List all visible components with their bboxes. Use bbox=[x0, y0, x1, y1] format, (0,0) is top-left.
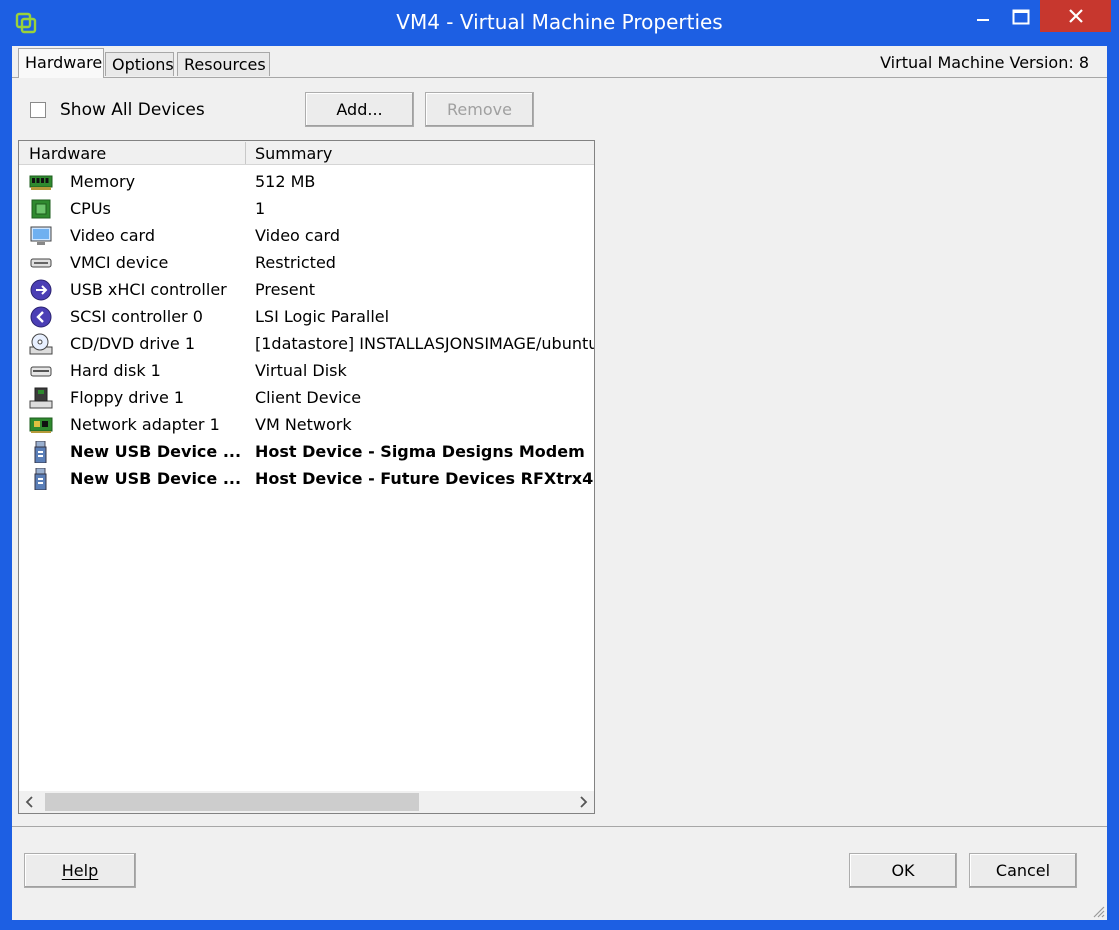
dialog-window: VM4 - Virtual Machine Properties Hardwar… bbox=[0, 0, 1119, 930]
hardware-name: VMCI device bbox=[70, 253, 169, 272]
hard-disk-icon bbox=[29, 360, 53, 382]
horizontal-scrollbar[interactable] bbox=[19, 791, 594, 813]
show-all-devices-label: Show All Devices bbox=[60, 100, 205, 120]
title-bar[interactable]: VM4 - Virtual Machine Properties bbox=[0, 0, 1119, 46]
add-button[interactable]: Add... bbox=[305, 92, 414, 127]
remove-button[interactable]: Remove bbox=[425, 92, 534, 127]
table-row[interactable]: Memory 512 MB bbox=[19, 169, 594, 196]
help-button-label: Help bbox=[61, 861, 99, 880]
usb-controller-icon bbox=[29, 279, 53, 301]
table-row[interactable]: Video card Video card bbox=[19, 223, 594, 250]
hardware-summary: LSI Logic Parallel bbox=[255, 307, 390, 326]
hardware-name: Memory bbox=[70, 172, 136, 191]
hardware-summary: 512 MB bbox=[255, 172, 316, 191]
column-divider[interactable] bbox=[245, 142, 246, 164]
column-header-summary[interactable]: Summary bbox=[255, 144, 332, 163]
dialog-body: Hardware Options Resources Virtual Machi… bbox=[12, 46, 1107, 920]
hardware-name: Floppy drive 1 bbox=[70, 388, 185, 407]
show-all-devices-toggle[interactable]: Show All Devices bbox=[30, 100, 205, 120]
hardware-summary: Host Device - Future Devices RFXtrx433 bbox=[255, 469, 594, 488]
cpu-icon bbox=[29, 198, 53, 220]
hardware-name: New USB Device ... bbox=[70, 469, 242, 488]
hardware-summary: Client Device bbox=[255, 388, 362, 407]
maximize-icon bbox=[1012, 9, 1030, 25]
scroll-left-button[interactable] bbox=[23, 794, 37, 810]
tab-hardware[interactable]: Hardware bbox=[18, 48, 104, 78]
tab-strip: Hardware Options Resources Virtual Machi… bbox=[12, 46, 1107, 78]
table-row[interactable]: New USB Device ... Host Device - Future D… bbox=[19, 466, 594, 493]
hardware-summary: VM Network bbox=[255, 415, 352, 434]
tab-resources[interactable]: Resources bbox=[177, 52, 270, 76]
table-row[interactable]: New USB Device ... Host Device - Sigma De… bbox=[19, 439, 594, 466]
hardware-name: Video card bbox=[70, 226, 155, 245]
memory-icon bbox=[29, 171, 53, 193]
hardware-tab-panel: Show All Devices Add... Remove Hardware … bbox=[12, 77, 1107, 827]
maximize-button[interactable] bbox=[1004, 0, 1038, 34]
hardware-name: CPUs bbox=[70, 199, 111, 218]
window-title: VM4 - Virtual Machine Properties bbox=[396, 10, 723, 34]
column-header-hardware[interactable]: Hardware bbox=[29, 144, 106, 163]
chevron-left-icon bbox=[25, 796, 33, 808]
network-adapter-icon bbox=[29, 414, 53, 436]
cd-dvd-icon bbox=[29, 333, 53, 355]
table-row[interactable]: CD/DVD drive 1 [1datastore] INSTALLASJONS… bbox=[19, 331, 594, 358]
minimize-icon bbox=[977, 19, 989, 21]
monitor-icon bbox=[29, 225, 53, 247]
hardware-summary: Host Device - Sigma Designs Modem bbox=[255, 442, 585, 461]
usb-device-icon bbox=[29, 467, 53, 491]
vmci-device-icon bbox=[29, 252, 53, 274]
table-row[interactable]: CPUs 1 bbox=[19, 196, 594, 223]
hardware-summary: Restricted bbox=[255, 253, 336, 272]
hardware-rows: Memory 512 MB CPUs 1 Video card Video card VMC… bbox=[19, 169, 594, 493]
resize-grip-icon[interactable] bbox=[1091, 904, 1105, 918]
vm-version-label: Virtual Machine Version: 8 bbox=[880, 53, 1089, 72]
tab-options[interactable]: Options bbox=[105, 52, 174, 76]
hardware-summary: 1 bbox=[255, 199, 266, 218]
usb-device-icon bbox=[29, 440, 53, 464]
close-button[interactable] bbox=[1040, 0, 1111, 32]
hardware-summary: Virtual Disk bbox=[255, 361, 347, 380]
table-row[interactable]: VMCI device Restricted bbox=[19, 250, 594, 277]
table-row[interactable]: Floppy drive 1 Client Device bbox=[19, 385, 594, 412]
hardware-summary: Present bbox=[255, 280, 316, 299]
scroll-right-button[interactable] bbox=[576, 794, 590, 810]
show-all-devices-checkbox[interactable] bbox=[30, 102, 46, 118]
scsi-controller-icon bbox=[29, 306, 53, 328]
hardware-name: Network adapter 1 bbox=[70, 415, 220, 434]
cancel-button[interactable]: Cancel bbox=[969, 853, 1077, 888]
close-icon bbox=[1068, 9, 1083, 23]
chevron-right-icon bbox=[580, 796, 588, 808]
hardware-name: CD/DVD drive 1 bbox=[70, 334, 196, 353]
hardware-name: New USB Device ... bbox=[70, 442, 242, 461]
floppy-drive-icon bbox=[29, 387, 53, 409]
hardware-name: USB xHCI controller bbox=[70, 280, 227, 299]
hardware-list[interactable]: Hardware Summary Memory 512 MB CPUs 1 Video … bbox=[18, 140, 595, 814]
table-row[interactable]: Hard disk 1 Virtual Disk bbox=[19, 358, 594, 385]
table-row[interactable]: USB xHCI controller Present bbox=[19, 277, 594, 304]
ok-button[interactable]: OK bbox=[849, 853, 957, 888]
list-header: Hardware Summary bbox=[19, 141, 594, 165]
table-row[interactable]: Network adapter 1 VM Network bbox=[19, 412, 594, 439]
vsphere-app-icon bbox=[15, 12, 37, 34]
scrollbar-thumb[interactable] bbox=[45, 793, 419, 811]
help-button[interactable]: Help bbox=[24, 853, 136, 888]
minimize-button[interactable] bbox=[962, 0, 1004, 34]
hardware-summary: [1datastore] INSTALLASJONSIMAGE/ubuntu- bbox=[255, 334, 594, 353]
table-row[interactable]: SCSI controller 0 LSI Logic Parallel bbox=[19, 304, 594, 331]
hardware-name: Hard disk 1 bbox=[70, 361, 161, 380]
hardware-name: SCSI controller 0 bbox=[70, 307, 203, 326]
hardware-summary: Video card bbox=[255, 226, 340, 245]
